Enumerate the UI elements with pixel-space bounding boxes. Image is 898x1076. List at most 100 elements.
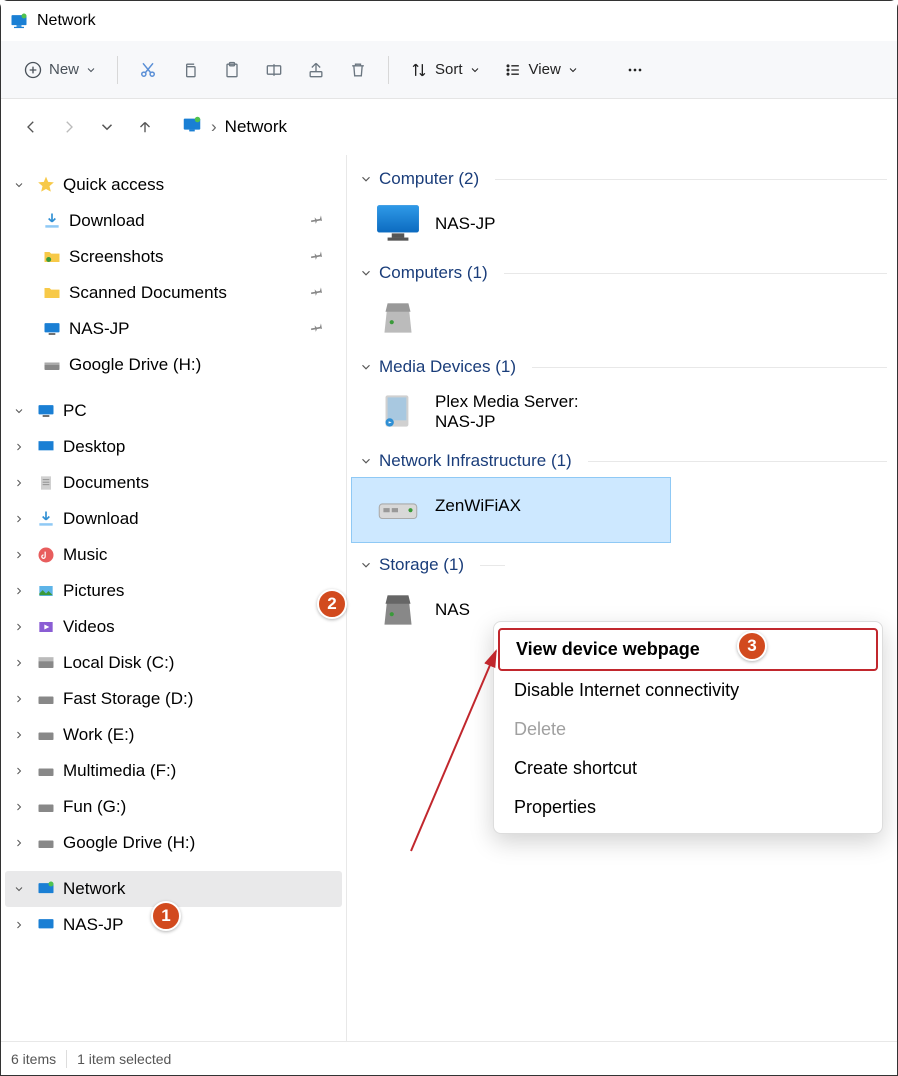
copy-button[interactable]: [172, 51, 208, 89]
computer-icon: [35, 400, 57, 422]
monitor-icon: [373, 199, 423, 249]
pin-icon: [310, 319, 324, 339]
sort-label: Sort: [435, 61, 463, 78]
sort-button[interactable]: Sort: [401, 51, 489, 89]
tree-label: NAS-JP: [63, 915, 123, 935]
title-bar: Network: [1, 1, 897, 41]
annotation-badge-3: 3: [737, 631, 767, 661]
tree-label: Google Drive (H:): [69, 355, 201, 375]
group-header-computer[interactable]: Computer (2): [351, 167, 891, 195]
tree-label: Local Disk (C:): [63, 653, 174, 673]
up-button[interactable]: [133, 115, 157, 139]
window-title: Network: [37, 12, 96, 30]
status-selected: 1 item selected: [77, 1051, 171, 1067]
music-icon: [35, 544, 57, 566]
tree-item-gdrive-h[interactable]: Google Drive (H:): [5, 825, 342, 861]
breadcrumb-root[interactable]: Network: [225, 117, 287, 137]
tree-label: Quick access: [63, 175, 164, 195]
drive-icon: [35, 760, 57, 782]
delete-button[interactable]: [340, 51, 376, 89]
paste-button[interactable]: [214, 51, 250, 89]
back-button[interactable]: [19, 115, 43, 139]
status-count: 6 items: [11, 1051, 56, 1067]
network-icon: [35, 878, 57, 900]
menu-disable-internet[interactable]: Disable Internet connectivity: [498, 671, 878, 710]
item-label: Plex Media Server:: [435, 392, 579, 412]
forward-button[interactable]: [57, 115, 81, 139]
group-header-storage[interactable]: Storage (1): [351, 553, 891, 581]
media-device-icon: [373, 387, 423, 437]
address-bar[interactable]: › Network: [171, 114, 879, 141]
computer-icon: [41, 318, 63, 340]
menu-properties[interactable]: Properties: [498, 788, 878, 827]
group-header-media[interactable]: Media Devices (1): [351, 355, 891, 383]
drive-icon: [35, 652, 57, 674]
tree-item-desktop[interactable]: Desktop: [5, 429, 342, 465]
tree-item-multimedia-f[interactable]: Multimedia (F:): [5, 753, 342, 789]
tree-item-nasjp[interactable]: NAS-JP: [5, 311, 342, 347]
tree-label: Music: [63, 545, 107, 565]
tree-item-download[interactable]: Download: [5, 203, 342, 239]
share-button[interactable]: [298, 51, 334, 89]
tower-icon: [373, 293, 423, 343]
annotation-badge-1: 1: [151, 901, 181, 931]
network-icon: [181, 114, 203, 141]
pictures-icon: [35, 580, 57, 602]
tree-label: Google Drive (H:): [63, 833, 195, 853]
navigation-bar: › Network: [1, 99, 897, 155]
tree-item-gdrive[interactable]: Google Drive (H:): [5, 347, 342, 383]
more-button[interactable]: [617, 51, 653, 89]
download-icon: [35, 508, 57, 530]
new-label: New: [49, 61, 79, 78]
new-button[interactable]: New: [15, 51, 105, 89]
recent-button[interactable]: [95, 115, 119, 139]
tree-item-screenshots[interactable]: Screenshots: [5, 239, 342, 275]
tree-label: Pictures: [63, 581, 124, 601]
tree-label: NAS-JP: [69, 319, 129, 339]
storage-icon: [373, 585, 423, 635]
tree-label: Screenshots: [69, 247, 164, 267]
tree-item-music[interactable]: Music: [5, 537, 342, 573]
item-plex[interactable]: Plex Media Server: NAS-JP: [351, 383, 891, 449]
menu-create-shortcut[interactable]: Create shortcut: [498, 749, 878, 788]
star-icon: [35, 174, 57, 196]
tree-item-documents[interactable]: Documents: [5, 465, 342, 501]
view-label: View: [529, 61, 561, 78]
drive-icon: [35, 832, 57, 854]
group-header-netinfra[interactable]: Network Infrastructure (1): [351, 449, 891, 477]
tree-item-download2[interactable]: Download: [5, 501, 342, 537]
tree-item-local-c[interactable]: Local Disk (C:): [5, 645, 342, 681]
tree-item-work-e[interactable]: Work (E:): [5, 717, 342, 753]
tree-item-pictures[interactable]: Pictures: [5, 573, 342, 609]
pin-icon: [310, 211, 324, 231]
tree-item-videos[interactable]: Videos: [5, 609, 342, 645]
documents-icon: [35, 472, 57, 494]
item-label: NAS: [435, 600, 470, 620]
item-nasjp-computer[interactable]: NAS-JP: [351, 195, 891, 261]
rename-button[interactable]: [256, 51, 292, 89]
tree-label: Videos: [63, 617, 115, 637]
view-button[interactable]: View: [495, 51, 587, 89]
item-computer-tower[interactable]: [351, 289, 891, 355]
cut-button[interactable]: [130, 51, 166, 89]
group-header-computers[interactable]: Computers (1): [351, 261, 891, 289]
tree-item-fast-d[interactable]: Fast Storage (D:): [5, 681, 342, 717]
group-label: Network Infrastructure (1): [379, 451, 572, 471]
tree-label: Fast Storage (D:): [63, 689, 193, 709]
menu-view-device-webpage[interactable]: View device webpage: [498, 628, 878, 671]
tree-label: Fun (G:): [63, 797, 126, 817]
item-sublabel: NAS-JP: [435, 412, 579, 432]
drive-icon: [35, 796, 57, 818]
tree-label: Scanned Documents: [69, 283, 227, 303]
group-label: Computers (1): [379, 263, 488, 283]
tree-item-scanned[interactable]: Scanned Documents: [5, 275, 342, 311]
tree-quick-access[interactable]: Quick access: [5, 167, 342, 203]
tree-network[interactable]: Network: [5, 871, 342, 907]
videos-icon: [35, 616, 57, 638]
group-label: Storage (1): [379, 555, 464, 575]
tree-label: Documents: [63, 473, 149, 493]
tree-item-fun-g[interactable]: Fun (G:): [5, 789, 342, 825]
item-zenwifiax[interactable]: ZenWiFiAX: [351, 477, 671, 543]
pin-icon: [310, 283, 324, 303]
tree-this-pc[interactable]: PC: [5, 393, 342, 429]
